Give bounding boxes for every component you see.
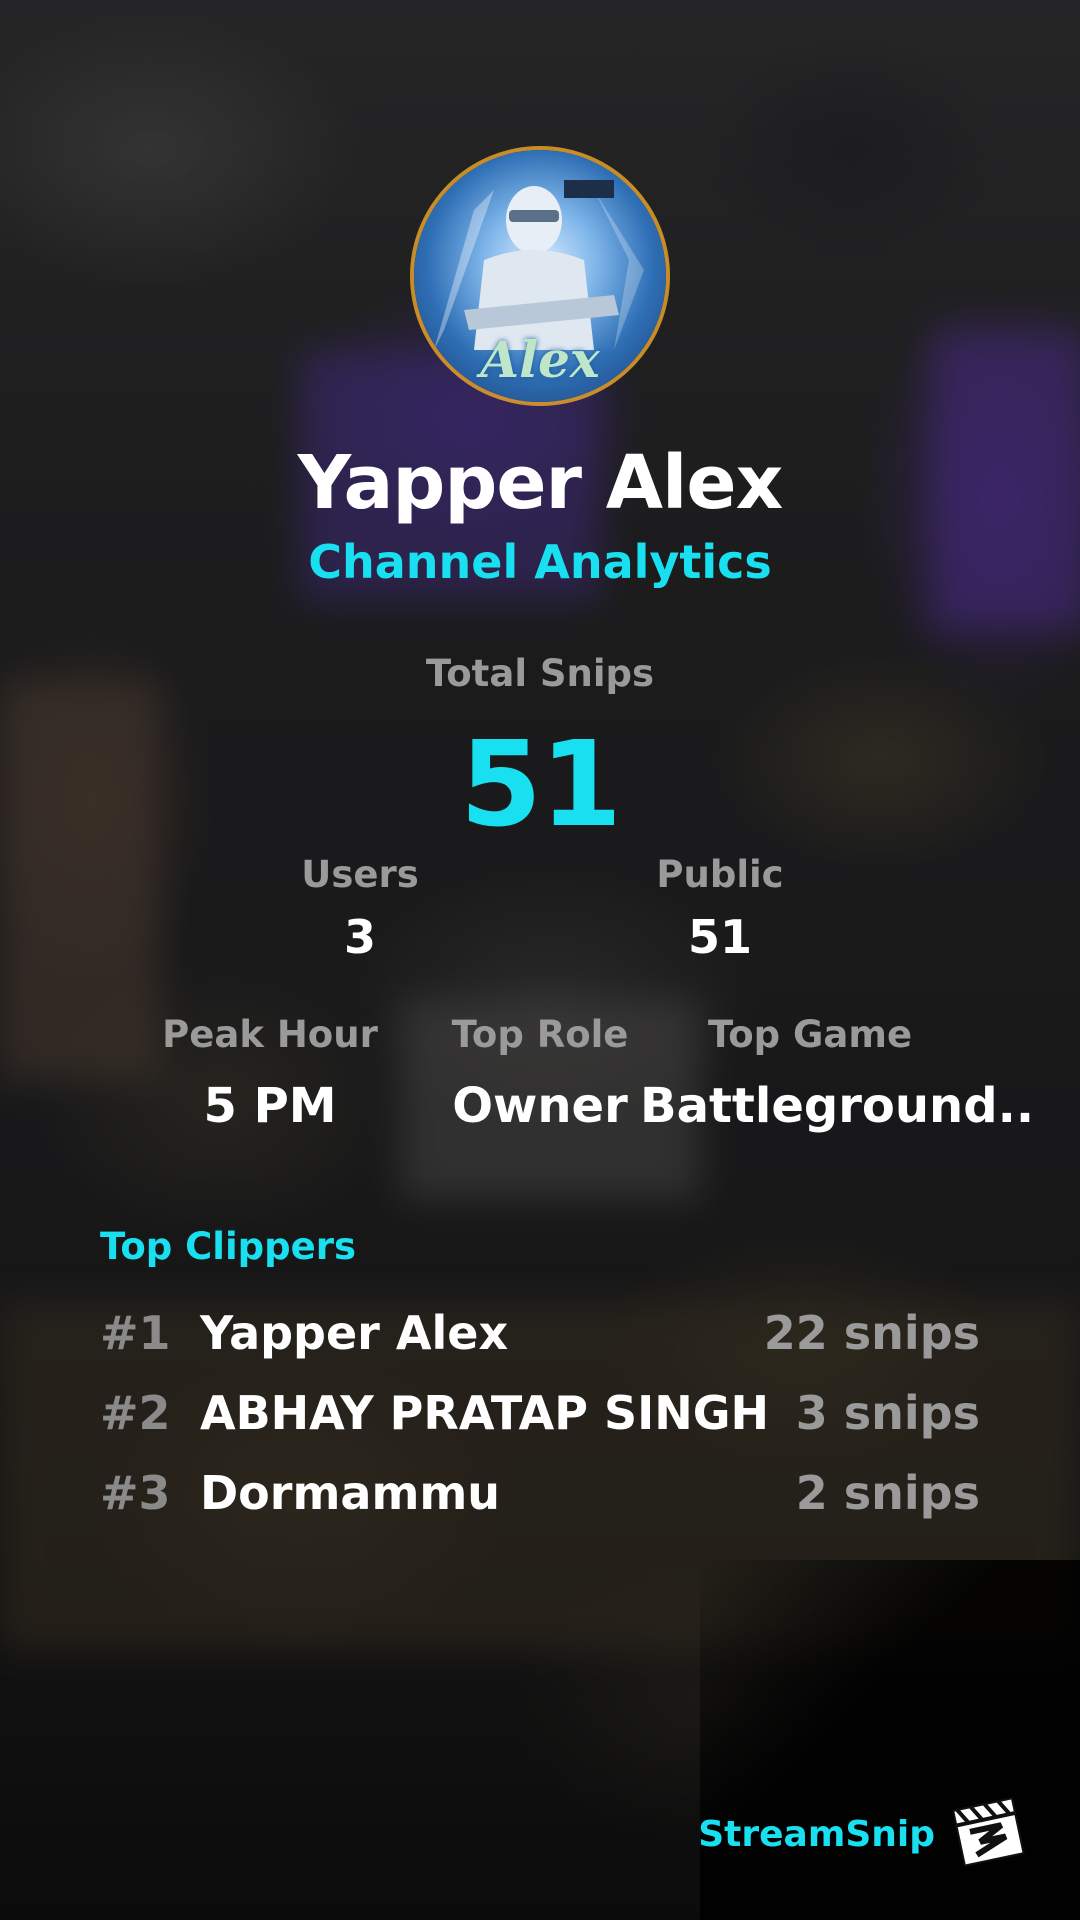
brand-name: StreamSnip	[698, 1814, 935, 1855]
top-clippers-title: Top Clippers	[100, 1225, 356, 1268]
channel-avatar: Alex	[414, 150, 666, 402]
stat-label: Users	[301, 853, 419, 896]
stat-top-game: Top Game Battleground..	[640, 1013, 1035, 1134]
clipper-row: #3 Dormammu 2 snips	[100, 1458, 980, 1528]
stat-users: Users 3	[260, 853, 460, 964]
clipper-name: Dormammu	[200, 1466, 501, 1520]
clipper-snips: 2 snips	[795, 1466, 980, 1520]
total-snips-value: 51	[459, 715, 622, 853]
total-snips-label: Total Snips	[425, 652, 655, 695]
stat-value: Battleground..	[640, 1078, 1035, 1134]
clipper-row: #1 Yapper Alex 22 snips	[100, 1298, 980, 1368]
stat-public: Public 51	[620, 853, 820, 964]
clipper-name: Yapper Alex	[200, 1306, 509, 1360]
stat-label: Peak Hour	[162, 1013, 378, 1056]
stat-label: Top Game	[707, 1013, 913, 1056]
clapperboard-icon	[948, 1790, 1028, 1870]
clipper-rank: #3	[100, 1466, 171, 1520]
clipper-rank: #1	[100, 1306, 171, 1360]
channel-name: Yapper Alex	[297, 440, 784, 526]
stat-peak-hour: Peak Hour 5 PM	[140, 1013, 400, 1134]
stat-value: 51	[687, 910, 752, 964]
stat-value: 3	[343, 910, 376, 964]
stat-label: Public	[656, 853, 784, 896]
clipper-rank: #2	[100, 1386, 171, 1440]
clipper-snips: 3 snips	[795, 1386, 980, 1440]
stat-value: Owner	[452, 1078, 628, 1134]
page-subtitle: Channel Analytics	[308, 535, 772, 589]
stat-value: 5 PM	[203, 1078, 337, 1134]
stat-label: Top Role	[451, 1013, 629, 1056]
clipper-snips: 22 snips	[763, 1306, 980, 1360]
clipper-name: ABHAY PRATAP SINGH	[200, 1386, 769, 1440]
avatar-logo-text: Alex	[480, 330, 600, 389]
stat-top-role: Top Role Owner	[420, 1013, 660, 1134]
clipper-row: #2 ABHAY PRATAP SINGH 3 snips	[100, 1378, 980, 1448]
